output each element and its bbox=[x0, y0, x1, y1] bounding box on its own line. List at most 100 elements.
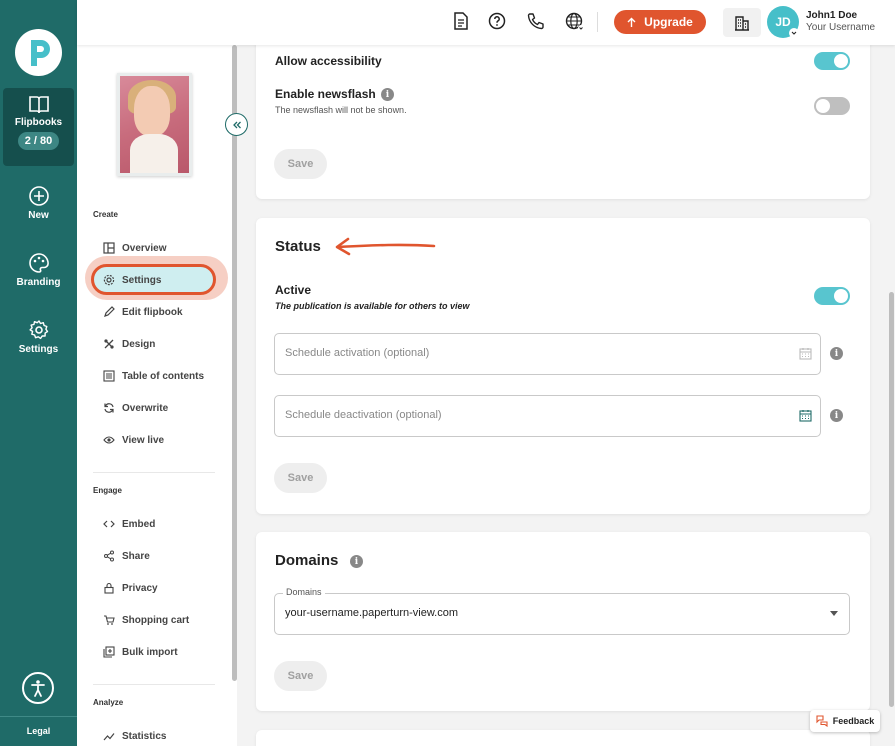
info-icon[interactable]: i bbox=[381, 88, 394, 101]
cart-icon bbox=[104, 615, 115, 625]
design-tools-icon bbox=[104, 339, 114, 349]
chevron-down-icon bbox=[789, 28, 799, 38]
pencil-icon bbox=[104, 306, 115, 317]
legal-link[interactable]: Legal bbox=[0, 716, 77, 736]
schedule-deactivation-field[interactable]: Schedule deactivation (optional) bbox=[274, 395, 821, 437]
flipbook-sidebar: Create Overview Settings Edit flipbook D… bbox=[77, 45, 237, 746]
accessibility-icon bbox=[31, 680, 45, 697]
gear-icon bbox=[28, 320, 48, 340]
sidebar-item-shopping-cart[interactable]: Shopping cart bbox=[103, 614, 189, 626]
schedule-activation-field[interactable]: Schedule activation (optional) bbox=[274, 333, 821, 375]
collapse-sidebar-button[interactable] bbox=[225, 113, 248, 136]
info-icon[interactable]: i bbox=[350, 555, 363, 568]
info-icon[interactable]: i bbox=[830, 347, 843, 360]
calendar-icon[interactable] bbox=[799, 409, 812, 422]
arrow-up-icon bbox=[627, 17, 636, 27]
enable-newsflash-toggle[interactable] bbox=[814, 97, 850, 115]
sidebar-item-share[interactable]: Share bbox=[103, 550, 150, 562]
arrow-left-annotation-icon bbox=[335, 237, 436, 256]
sidebar-item-label: Settings bbox=[122, 274, 162, 286]
globe-icon[interactable] bbox=[565, 12, 585, 32]
accessibility-button[interactable] bbox=[22, 672, 54, 704]
sidebar-item-label: Share bbox=[122, 550, 150, 562]
save-button[interactable]: Save bbox=[274, 463, 327, 493]
sidebar-item-label: Table of contents bbox=[122, 370, 205, 382]
rail-item-new[interactable]: New bbox=[0, 185, 77, 221]
sidebar-item-label: Design bbox=[122, 338, 156, 350]
sidebar-item-overwrite[interactable]: Overwrite bbox=[103, 402, 168, 414]
upgrade-label: Upgrade bbox=[644, 15, 693, 29]
sidebar-item-label: Shopping cart bbox=[122, 614, 190, 626]
rail-item-flipbooks[interactable]: Flipbooks 2 / 80 bbox=[3, 88, 74, 166]
layout-icon bbox=[103, 242, 115, 254]
active-toggle[interactable] bbox=[814, 287, 850, 305]
top-bar: Upgrade JD John1 Doe Your Username bbox=[77, 0, 895, 45]
section-heading-analyze: Analyze bbox=[93, 698, 124, 707]
info-icon[interactable]: i bbox=[830, 409, 843, 422]
main-nav-rail: Flipbooks 2 / 80 New Branding Settings L… bbox=[0, 0, 77, 746]
trend-icon bbox=[103, 733, 115, 741]
sidebar-item-edit-flipbook[interactable]: Edit flipbook bbox=[103, 306, 183, 318]
upgrade-button[interactable]: Upgrade bbox=[614, 10, 706, 34]
rail-item-branding[interactable]: Branding bbox=[0, 252, 77, 288]
active-label: Active bbox=[275, 283, 312, 297]
rail-item-settings[interactable]: Settings bbox=[0, 319, 77, 355]
organization-button[interactable] bbox=[723, 8, 761, 37]
sidebar-item-statistics[interactable]: Statistics bbox=[103, 730, 166, 742]
rail-item-label: Settings bbox=[18, 344, 59, 355]
domains-card: Domains i Domains your-username.papertur… bbox=[256, 532, 870, 711]
feedback-button[interactable]: Feedback bbox=[810, 710, 880, 732]
building-icon bbox=[735, 15, 749, 31]
save-button[interactable]: Save bbox=[274, 149, 327, 179]
list-icon bbox=[103, 370, 115, 382]
help-icon[interactable] bbox=[488, 12, 506, 30]
general-settings-card: Allow accessibility Enable newsflash i T… bbox=[256, 45, 870, 199]
user-handle: Your Username bbox=[806, 22, 876, 33]
sidebar-item-table-of-contents[interactable]: Table of contents bbox=[103, 370, 204, 382]
flipbook-count-badge: 2 / 80 bbox=[17, 132, 60, 150]
sidebar-item-privacy[interactable]: Privacy bbox=[103, 582, 158, 594]
next-card bbox=[256, 730, 870, 746]
open-book-icon bbox=[28, 96, 49, 114]
sidebar-item-overview[interactable]: Overview bbox=[103, 242, 166, 254]
sidebar-item-label: Privacy bbox=[122, 582, 158, 594]
active-hint: The publication is available for others … bbox=[275, 301, 470, 311]
feedback-label: Feedback bbox=[832, 716, 875, 726]
dropdown-caret-icon bbox=[830, 611, 838, 616]
phone-icon[interactable] bbox=[527, 12, 545, 30]
app-logo[interactable] bbox=[15, 29, 62, 76]
sidebar-item-design[interactable]: Design bbox=[103, 338, 155, 350]
sidebar-item-label: Statistics bbox=[122, 730, 167, 742]
eye-icon bbox=[103, 436, 115, 444]
sidebar-item-settings[interactable]: Settings bbox=[103, 274, 161, 286]
sidebar-item-label: View live bbox=[122, 434, 165, 446]
user-menu[interactable]: John1 Doe Your Username bbox=[806, 10, 875, 34]
refresh-icon bbox=[104, 403, 114, 413]
avatar[interactable]: JD bbox=[767, 6, 799, 38]
content-scrollbar[interactable] bbox=[889, 292, 894, 707]
flipbook-cover-thumbnail[interactable] bbox=[117, 73, 192, 176]
topbar-divider bbox=[597, 12, 598, 32]
bulk-import-icon bbox=[103, 646, 115, 658]
sidebar-item-bulk-import[interactable]: Bulk import bbox=[103, 646, 178, 658]
domains-select[interactable]: Domains your-username.paperturn-view.com bbox=[274, 587, 850, 635]
schedule-deactivation-placeholder: Schedule deactivation (optional) bbox=[285, 409, 442, 421]
sidebar-item-label: Overview bbox=[122, 242, 167, 254]
rail-item-label: Flipbooks bbox=[14, 117, 63, 128]
divider bbox=[93, 684, 215, 685]
rail-item-label: Branding bbox=[16, 277, 61, 288]
allow-accessibility-label: Allow accessibility bbox=[275, 54, 382, 68]
sidebar-item-view-live[interactable]: View live bbox=[103, 434, 164, 446]
status-card: Status Active The publication is availab… bbox=[256, 218, 870, 514]
save-button[interactable]: Save bbox=[274, 661, 327, 691]
sidebar-item-label: Edit flipbook bbox=[122, 306, 183, 318]
section-heading-create: Create bbox=[93, 210, 118, 219]
allow-accessibility-toggle[interactable] bbox=[814, 52, 850, 70]
chevrons-left-icon bbox=[232, 121, 241, 128]
sidebar-item-embed[interactable]: Embed bbox=[103, 518, 155, 530]
calendar-icon[interactable] bbox=[799, 347, 812, 360]
divider bbox=[93, 472, 215, 473]
gear-icon bbox=[103, 274, 115, 286]
newsflash-hint: The newsflash will not be shown. bbox=[275, 105, 407, 115]
document-icon[interactable] bbox=[453, 12, 469, 30]
